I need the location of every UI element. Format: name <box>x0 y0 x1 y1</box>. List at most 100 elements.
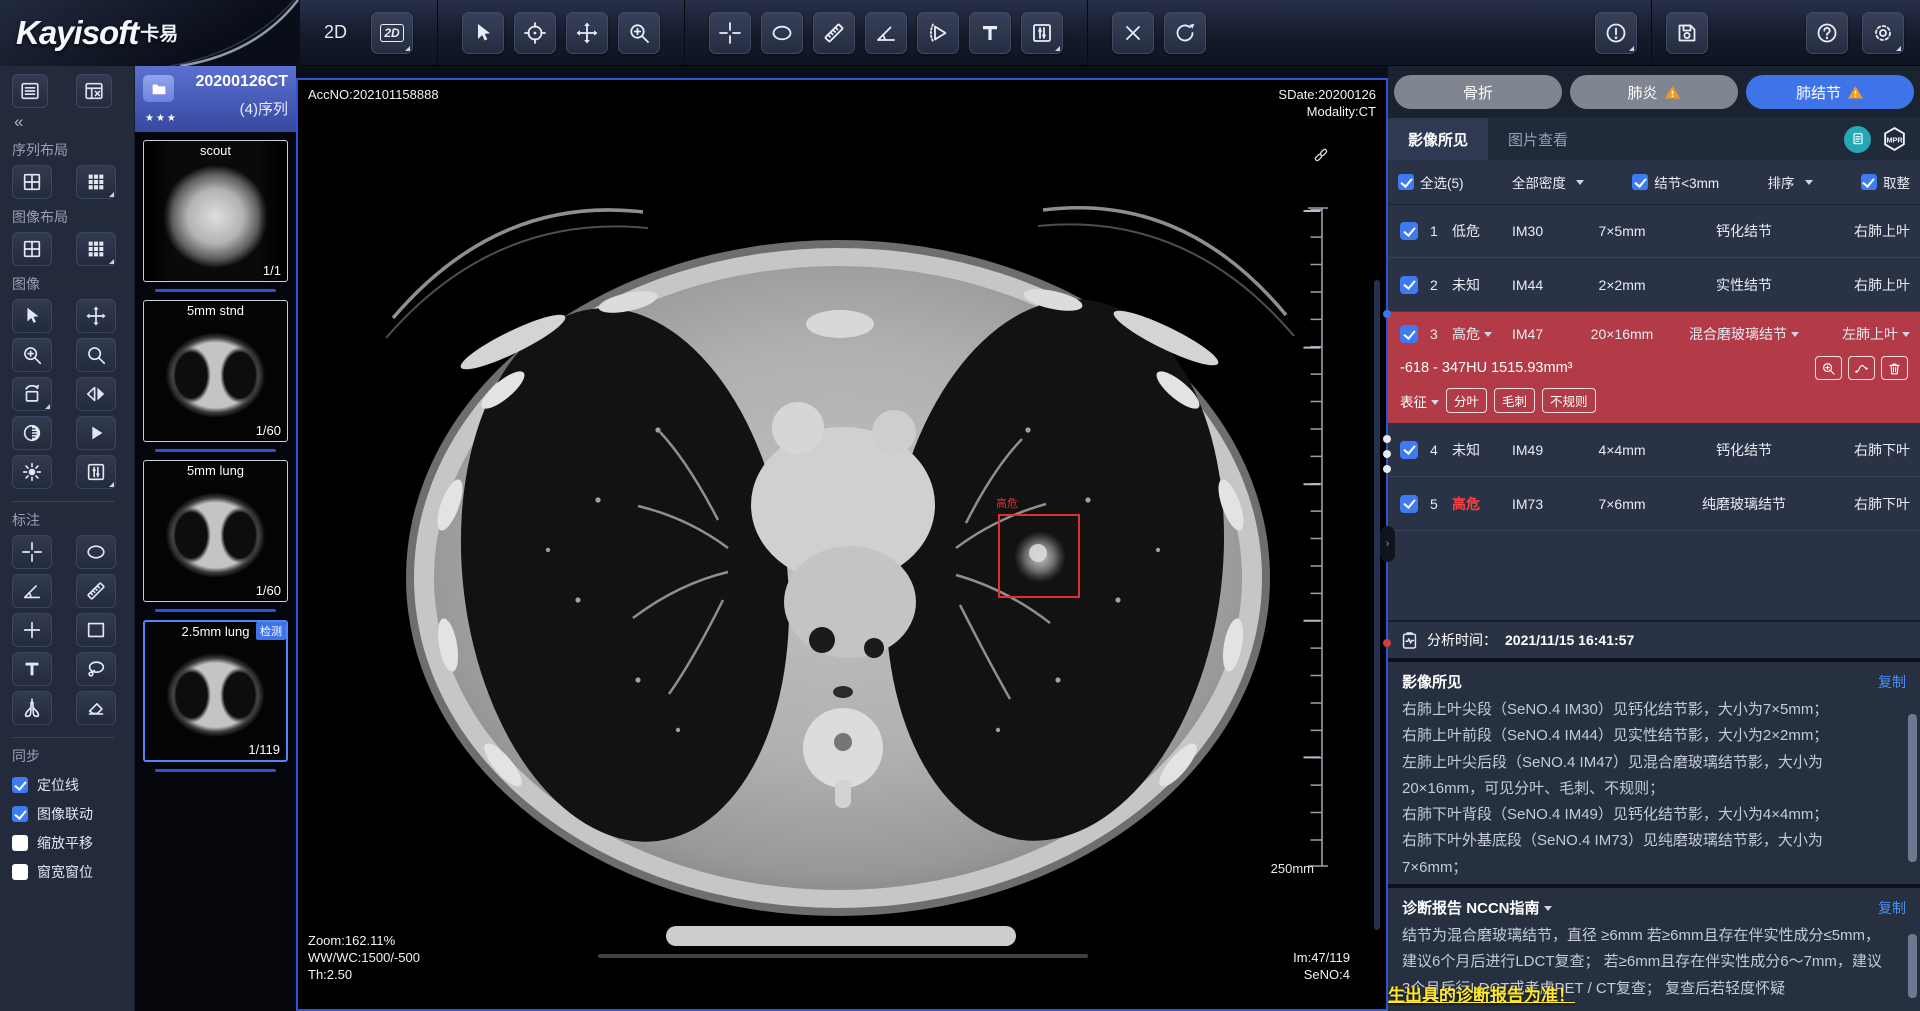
nodule-checkbox[interactable] <box>1400 222 1418 240</box>
series-layout-3x3-button[interactable] <box>76 165 116 199</box>
ellipse-tool-button[interactable] <box>761 12 803 54</box>
image-pan-button[interactable] <box>76 299 116 333</box>
alert-button[interactable] <box>1595 12 1637 54</box>
nodule-checkbox[interactable] <box>1400 325 1418 343</box>
guideline-dropdown[interactable]: NCCN指南 <box>1466 900 1551 917</box>
image-rotate-button[interactable] <box>12 377 52 411</box>
localizer-tool-button[interactable] <box>514 12 556 54</box>
nodule-curve-button[interactable] <box>1848 356 1875 380</box>
ct-image-viewport[interactable]: 高危 AccNO:202101158888 SDate:20200126 Mod… <box>296 78 1388 1011</box>
report-bubble-button[interactable] <box>1844 126 1871 153</box>
tab-image-view[interactable]: 图片查看 <box>1488 118 1588 160</box>
settings-button[interactable] <box>1862 12 1904 54</box>
nodule-row-2[interactable]: 2 未知 IM44 2×2mm 实性结节 右肺上叶 <box>1388 258 1920 312</box>
slice-marker-red[interactable] <box>1383 639 1391 647</box>
select-all-checkbox[interactable] <box>1398 174 1414 190</box>
report-copy-button[interactable]: 复制 <box>1878 898 1906 918</box>
small-nodule-filter[interactable]: 结节<3mm <box>1632 172 1719 192</box>
nodule-zoom-button[interactable] <box>1815 356 1842 380</box>
delete-annotation-button[interactable] <box>1112 12 1154 54</box>
sync-option-localizer-line[interactable]: 定位线 <box>12 775 134 795</box>
help-button[interactable] <box>1806 12 1848 54</box>
reset-button[interactable] <box>1164 12 1206 54</box>
series-folder-button[interactable] <box>143 75 174 102</box>
findings-copy-button[interactable]: 复制 <box>1878 672 1906 692</box>
window-level-checkbox[interactable] <box>12 864 28 880</box>
nodule-risk-dropdown[interactable]: 高危 <box>1452 324 1508 344</box>
viewport-scrollbar[interactable] <box>1374 280 1380 930</box>
image-magnifier-button[interactable] <box>76 338 116 372</box>
traits-dropdown[interactable]: 表征 <box>1400 391 1439 411</box>
tab-image-findings[interactable]: 影像所见 <box>1388 118 1488 160</box>
trait-chip-spiculation[interactable]: 毛刺 <box>1494 388 1535 413</box>
round-checkbox[interactable] <box>1861 174 1877 190</box>
slice-marker-blue[interactable] <box>1383 310 1391 318</box>
image-zoom-in-button[interactable] <box>12 338 52 372</box>
cine-play-button[interactable] <box>76 416 116 450</box>
mpr-button[interactable] <box>1881 126 1908 153</box>
module-lung-nodule-button[interactable]: 肺结节 <box>1746 75 1914 109</box>
image-invert-button[interactable] <box>12 416 52 450</box>
findings-scrollbar[interactable] <box>1908 714 1917 862</box>
image-pointer-button[interactable] <box>12 299 52 333</box>
patient-list-button[interactable] <box>12 74 48 108</box>
sidebar-collapse-button[interactable]: « <box>14 112 134 132</box>
nodule-row-3-selected[interactable]: 3 高危 IM47 20×16mm 混合磨玻璃结节 左肺上叶 -618 - 34… <box>1388 312 1920 423</box>
trait-chip-irregular[interactable]: 不规则 <box>1542 388 1596 413</box>
density-dropdown[interactable]: 全部密度 <box>1512 172 1584 192</box>
eraser-button[interactable] <box>76 691 116 725</box>
zoom-pan-checkbox[interactable] <box>12 835 28 851</box>
annotate-ellipse-button[interactable] <box>76 535 116 569</box>
nodule-checkbox[interactable] <box>1400 495 1418 513</box>
nodule-row-1[interactable]: 1 低危 IM30 7×5mm 钙化结节 右肺上叶 <box>1388 204 1920 258</box>
window-level-button[interactable] <box>1021 12 1063 54</box>
module-fracture-button[interactable]: 骨折 <box>1394 75 1562 109</box>
nodule-checkbox[interactable] <box>1400 276 1418 294</box>
zoom-tool-button[interactable] <box>618 12 660 54</box>
image-link-checkbox[interactable] <box>12 806 28 822</box>
nodule-type-dropdown[interactable]: 混合磨玻璃结节 <box>1672 324 1816 344</box>
slice-marker-white[interactable] <box>1383 465 1391 473</box>
annotate-ruler-button[interactable] <box>76 574 116 608</box>
window-level-preset-button[interactable] <box>76 455 116 489</box>
thumbnail-scout[interactable]: scout 1/1 <box>143 140 288 282</box>
series-header[interactable]: 20200126CT (4)序列 ★★★ <box>135 66 296 132</box>
annotate-angle-button[interactable] <box>12 574 52 608</box>
module-pneumonia-button[interactable]: 肺炎 <box>1570 75 1738 109</box>
annotate-lasso-button[interactable] <box>76 652 116 686</box>
ruler-tool-button[interactable] <box>813 12 855 54</box>
nodule-location-dropdown[interactable]: 左肺上叶 <box>1820 324 1910 344</box>
round-filter[interactable]: 取整 <box>1861 172 1910 192</box>
save-button[interactable] <box>1666 12 1708 54</box>
image-flip-button[interactable] <box>76 377 116 411</box>
annotate-rectangle-button[interactable] <box>76 613 116 647</box>
nodule-delete-button[interactable] <box>1881 356 1908 380</box>
sync-option-window-level[interactable]: 窗宽窗位 <box>12 862 134 882</box>
brightness-button[interactable] <box>12 455 52 489</box>
lung-segment-button[interactable] <box>12 691 52 725</box>
thumbnail-2-5mm-lung-selected[interactable]: 2.5mm lung 检测 1/119 <box>143 620 288 762</box>
image-layout-3x3-button[interactable] <box>76 232 116 266</box>
annotate-point-button[interactable] <box>12 613 52 647</box>
report-scrollbar[interactable] <box>1908 934 1917 998</box>
slice-marker-white[interactable] <box>1383 450 1391 458</box>
small-nodule-checkbox[interactable] <box>1632 174 1648 190</box>
angle-tool-button[interactable] <box>865 12 907 54</box>
slice-marker-white[interactable] <box>1383 435 1391 443</box>
thumbnail-5mm-lung[interactable]: 5mm lung 1/60 <box>143 460 288 602</box>
localizer-line-checkbox[interactable] <box>12 777 28 793</box>
nodule-row-5[interactable]: 5 高危 IM73 7×6mm 纯磨玻璃结节 右肺下叶 <box>1388 477 1920 531</box>
pan-tool-button[interactable] <box>566 12 608 54</box>
image-layout-2x2-button[interactable] <box>12 232 52 266</box>
nodule-row-4[interactable]: 4 未知 IM49 4×4mm 钙化结节 右肺下叶 <box>1388 423 1920 477</box>
annotate-crosshair-button[interactable] <box>12 535 52 569</box>
link-icon[interactable] <box>1312 146 1330 164</box>
series-layout-2x2-button[interactable] <box>12 165 52 199</box>
nodule-checkbox[interactable] <box>1400 441 1418 459</box>
sort-dropdown[interactable]: 排序 <box>1768 172 1813 192</box>
sync-option-image-link[interactable]: 图像联动 <box>12 804 134 824</box>
select-all-filter[interactable]: 全选(5) <box>1398 172 1464 192</box>
text-annotation-button[interactable] <box>969 12 1011 54</box>
trait-chip-lobulation[interactable]: 分叶 <box>1446 388 1487 413</box>
sync-option-zoom-pan[interactable]: 缩放平移 <box>12 833 134 853</box>
